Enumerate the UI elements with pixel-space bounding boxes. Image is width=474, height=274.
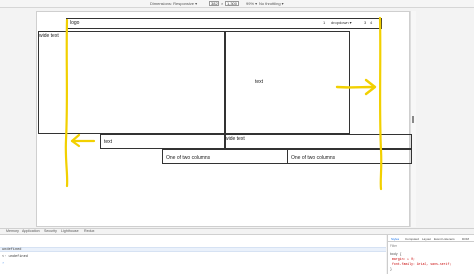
device-select[interactable]: Dimensions: Responsive ▾ [150,1,197,6]
wide-text-label: wide text [39,33,59,39]
column-one-label: One of two columns [166,155,211,161]
height-input[interactable]: 1,300 [225,1,239,6]
throttle-select[interactable]: No throttling ▾ [259,1,284,6]
console-selected-row[interactable] [0,247,386,252]
row2-wide-text-label: wide text [225,136,245,142]
nav-dropdown[interactable]: dropdown ▾ [331,20,352,25]
width-input[interactable]: 382 [209,1,219,6]
zoom-select[interactable]: 99% ▾ [246,1,257,6]
column-two-label: One of two columns [291,155,336,161]
logo[interactable]: logo [70,20,79,26]
nav-item-3[interactable]: 3 [364,20,366,25]
device-toolbar: Dimensions: Responsive ▾ 382 × 1,300 99%… [0,0,474,8]
dimension-separator-icon: × [221,1,224,6]
tab-redux[interactable]: Redux [84,229,94,233]
console-prompt-icon[interactable]: › [2,262,4,266]
tab-layout[interactable]: Layout [422,237,431,241]
styles-filter-input[interactable]: Filter [390,244,397,248]
tab-application[interactable]: Application [22,229,40,233]
row2-text-box: text [100,134,226,149]
console-line-2: <· undefined [2,255,28,259]
tab-event-listeners[interactable]: Event Listeners [434,237,455,241]
tab-computed[interactable]: Computed [405,237,419,241]
css-rule-font-family[interactable]: font-family: Arial, sans-serif; [392,262,451,266]
text-label: text [255,79,264,85]
nav-item-1[interactable]: 1 [323,20,325,25]
column-one: One of two columns [162,149,288,164]
scrollbar-thumb[interactable] [412,116,414,123]
wide-text-box: wide text [38,31,226,134]
tab-security[interactable]: Security [44,229,57,233]
css-rule-margin[interactable]: margin: ▸ 0; [392,257,415,261]
nav-item-4[interactable]: 4 [370,20,372,25]
console-panel [0,235,386,274]
console-line-1: undefined [2,248,22,252]
css-rule-close: } [390,267,392,271]
row2-text-label: text [104,139,113,145]
tab-dom[interactable]: DOM [462,237,469,241]
row2-wide-text-box: wide text [224,134,412,149]
tab-memory[interactable]: Memory [6,229,19,233]
css-rule-selector: body { [390,252,402,256]
tab-lighthouse[interactable]: Lighthouse [61,229,79,233]
tab-styles[interactable]: Styles [391,237,399,241]
column-two: One of two columns [287,149,412,164]
text-box: text [224,31,350,134]
